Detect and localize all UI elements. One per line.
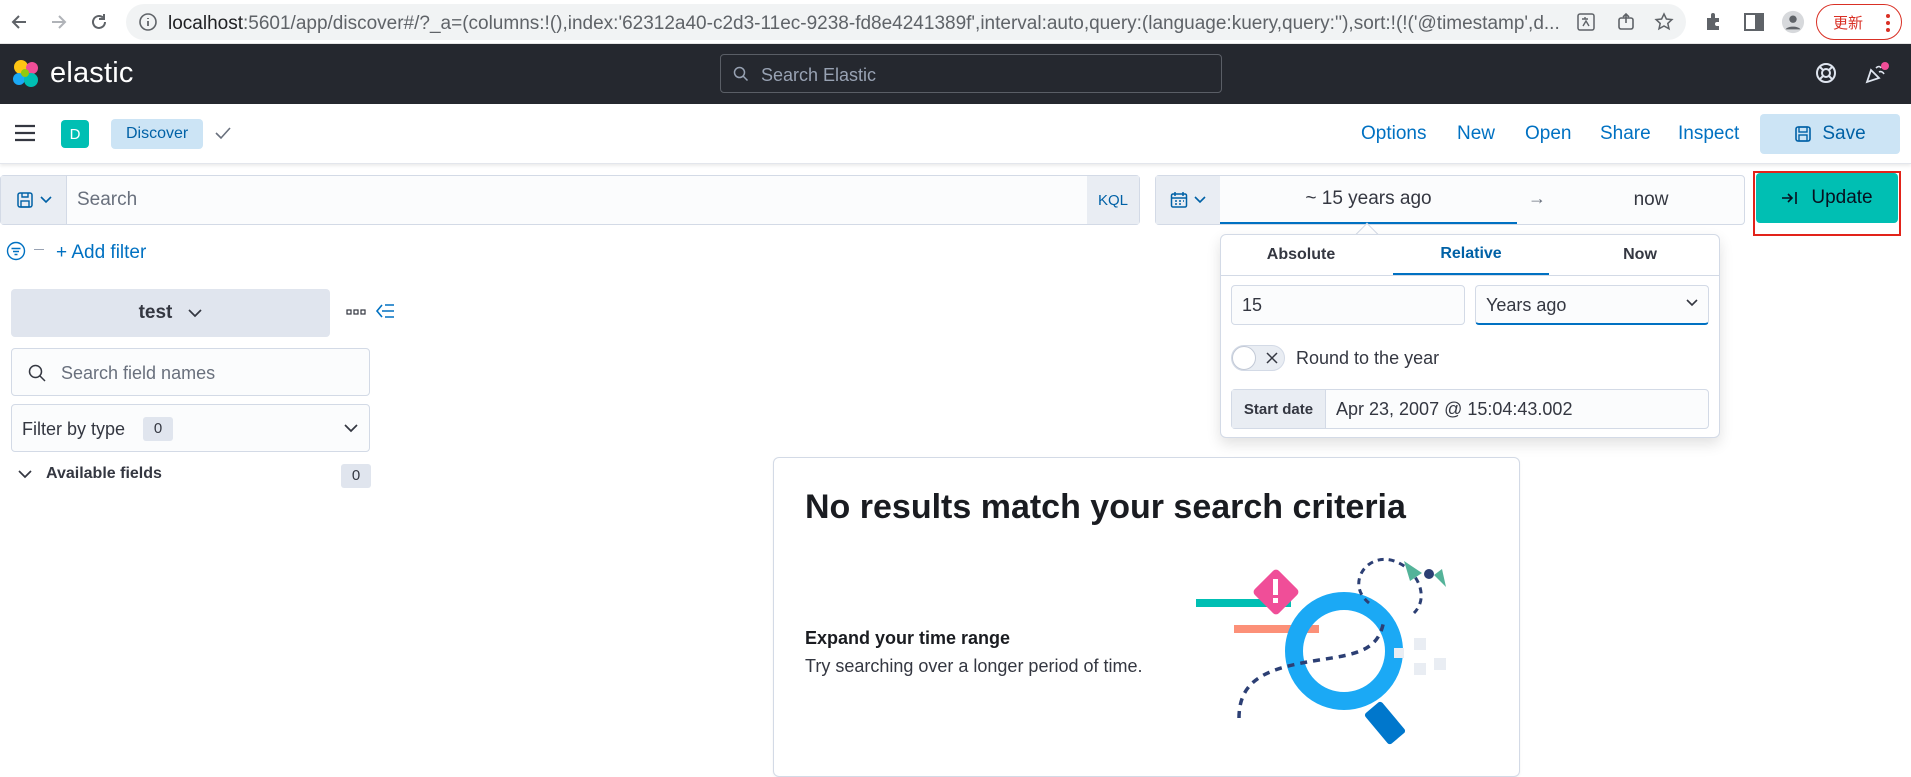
filter-by-type-label: Filter by type xyxy=(22,419,126,439)
chevron-down-icon xyxy=(39,196,52,204)
profile-avatar-icon[interactable] xyxy=(1781,10,1805,34)
no-results-illustration xyxy=(1196,557,1446,745)
news-feed-icon[interactable] xyxy=(1864,61,1890,85)
check-icon xyxy=(215,127,231,140)
chevron-down-icon xyxy=(344,424,358,433)
reload-button[interactable] xyxy=(83,6,115,38)
filter-divider xyxy=(34,249,44,250)
expand-time-range-text: Try searching over a longer period of ti… xyxy=(805,656,1143,676)
translate-icon[interactable] xyxy=(1576,12,1596,32)
tabs-divider xyxy=(1221,275,1719,276)
close-icon xyxy=(1266,352,1278,364)
browser-update-button[interactable]: 更新 xyxy=(1816,4,1902,40)
saved-query-button[interactable] xyxy=(1,176,67,224)
chevron-down-icon xyxy=(1194,196,1206,204)
refresh-update-icon xyxy=(1782,192,1798,204)
inspect-link[interactable]: Inspect xyxy=(1678,123,1739,145)
kibana-header: elastic Search Elastic xyxy=(0,44,1911,104)
share-link[interactable]: Share xyxy=(1600,123,1651,145)
round-to-year-label: Round to the year xyxy=(1296,348,1440,368)
saved-query-disk-icon xyxy=(16,192,33,208)
more-horizontal-icon[interactable] xyxy=(346,309,366,315)
start-date-label: Start date xyxy=(1232,390,1326,428)
relative-amount-input[interactable]: 15 xyxy=(1231,285,1465,325)
date-picker: ~ 15 years ago → now xyxy=(1155,175,1745,225)
calendar-icon xyxy=(1170,192,1188,208)
save-button[interactable]: Save xyxy=(1760,114,1900,154)
menu-hamburger-icon[interactable] xyxy=(14,124,36,142)
extensions-puzzle-icon[interactable] xyxy=(1702,10,1726,34)
start-date-popover: Absolute Relative Now 15 Years ago Round… xyxy=(1220,234,1720,438)
app-toolbar: D Discover Options New Open Share Inspec… xyxy=(0,104,1911,164)
update-label: Update xyxy=(1811,187,1873,208)
more-vertical-icon xyxy=(1886,14,1890,32)
url-path: :5601/app/discover#/?_a=(columns:!(),ind… xyxy=(243,13,1560,34)
start-date-field: Start date Apr 23, 2007 @ 15:04:43.002 xyxy=(1231,389,1709,429)
round-to-year-toggle[interactable] xyxy=(1231,345,1285,371)
filter-by-type-button[interactable]: Filter by type 0 xyxy=(11,404,370,452)
global-search-input[interactable]: Search Elastic xyxy=(720,54,1222,93)
share-page-icon[interactable] xyxy=(1616,12,1636,32)
save-label: Save xyxy=(1822,123,1866,144)
start-date-button[interactable]: ~ 15 years ago xyxy=(1220,176,1517,224)
index-pattern-picker[interactable]: test xyxy=(11,289,330,337)
url-text: localhost:5601/app/discover#/?_a=(column… xyxy=(168,13,1578,35)
relative-unit-value: Years ago xyxy=(1486,295,1567,315)
collapse-sidebar-icon[interactable] xyxy=(375,302,395,320)
tab-absolute[interactable]: Absolute xyxy=(1221,235,1381,275)
back-button[interactable] xyxy=(4,6,36,38)
expand-time-range-heading: Expand your time range xyxy=(805,628,1011,648)
elastic-logo-icon[interactable] xyxy=(10,58,42,90)
side-panel-icon[interactable] xyxy=(1742,10,1766,34)
kql-language-switch[interactable]: KQL xyxy=(1087,176,1139,224)
address-bar[interactable]: localhost:5601/app/discover#/?_a=(column… xyxy=(126,4,1686,40)
no-results-panel: No results match your search criteria Ex… xyxy=(773,457,1520,777)
filter-options-icon[interactable] xyxy=(6,241,26,261)
options-link[interactable]: Options xyxy=(1361,123,1426,145)
toggle-knob xyxy=(1232,346,1256,370)
elastic-logo-text[interactable]: elastic xyxy=(50,57,134,90)
open-link[interactable]: Open xyxy=(1525,123,1571,145)
save-disk-icon xyxy=(1795,126,1812,142)
date-range-arrow: → xyxy=(1528,188,1546,208)
field-search-input[interactable]: Search field names xyxy=(11,348,370,396)
quick-select-button[interactable] xyxy=(1156,176,1220,224)
available-fields-count: 0 xyxy=(341,464,371,488)
breadcrumb-discover[interactable]: Discover xyxy=(111,119,204,149)
tab-now[interactable]: Now xyxy=(1561,235,1719,275)
index-pattern-name: test xyxy=(138,302,173,323)
relative-unit-select[interactable]: Years ago xyxy=(1475,285,1709,325)
url-host: localhost xyxy=(168,13,243,34)
info-icon xyxy=(139,13,157,31)
search-icon xyxy=(733,66,749,82)
query-search-input[interactable]: Search xyxy=(77,189,137,211)
forward-arrow-icon xyxy=(52,15,67,29)
space-avatar[interactable]: D xyxy=(61,120,89,148)
no-results-title: No results match your search criteria xyxy=(805,488,1406,526)
search-icon xyxy=(28,364,46,382)
bookmark-star-icon[interactable] xyxy=(1654,12,1674,32)
end-date-button[interactable]: now xyxy=(1557,176,1745,224)
global-search-placeholder: Search Elastic xyxy=(761,65,877,85)
chevron-down-icon xyxy=(188,308,202,317)
chevron-down-icon[interactable] xyxy=(18,470,32,479)
tab-relative[interactable]: Relative xyxy=(1393,235,1549,275)
new-link[interactable]: New xyxy=(1457,123,1495,145)
filter-by-type-count: 0 xyxy=(143,417,173,441)
field-search-placeholder: Search field names xyxy=(61,363,216,383)
browser-toolbar: localhost:5601/app/discover#/?_a=(column… xyxy=(0,0,1911,44)
chevron-down-icon xyxy=(1686,299,1698,307)
reload-icon xyxy=(92,14,106,29)
available-fields-label[interactable]: Available fields xyxy=(46,465,162,483)
query-bar: Search KQL xyxy=(0,175,1140,225)
forward-button[interactable] xyxy=(42,6,74,38)
add-filter-button[interactable]: + Add filter xyxy=(56,242,146,264)
help-lifebuoy-icon[interactable] xyxy=(1815,62,1837,84)
browser-update-label: 更新 xyxy=(1833,14,1864,32)
back-arrow-icon xyxy=(11,15,26,29)
update-button[interactable]: Update xyxy=(1756,173,1898,223)
start-date-value[interactable]: Apr 23, 2007 @ 15:04:43.002 xyxy=(1336,399,1572,420)
